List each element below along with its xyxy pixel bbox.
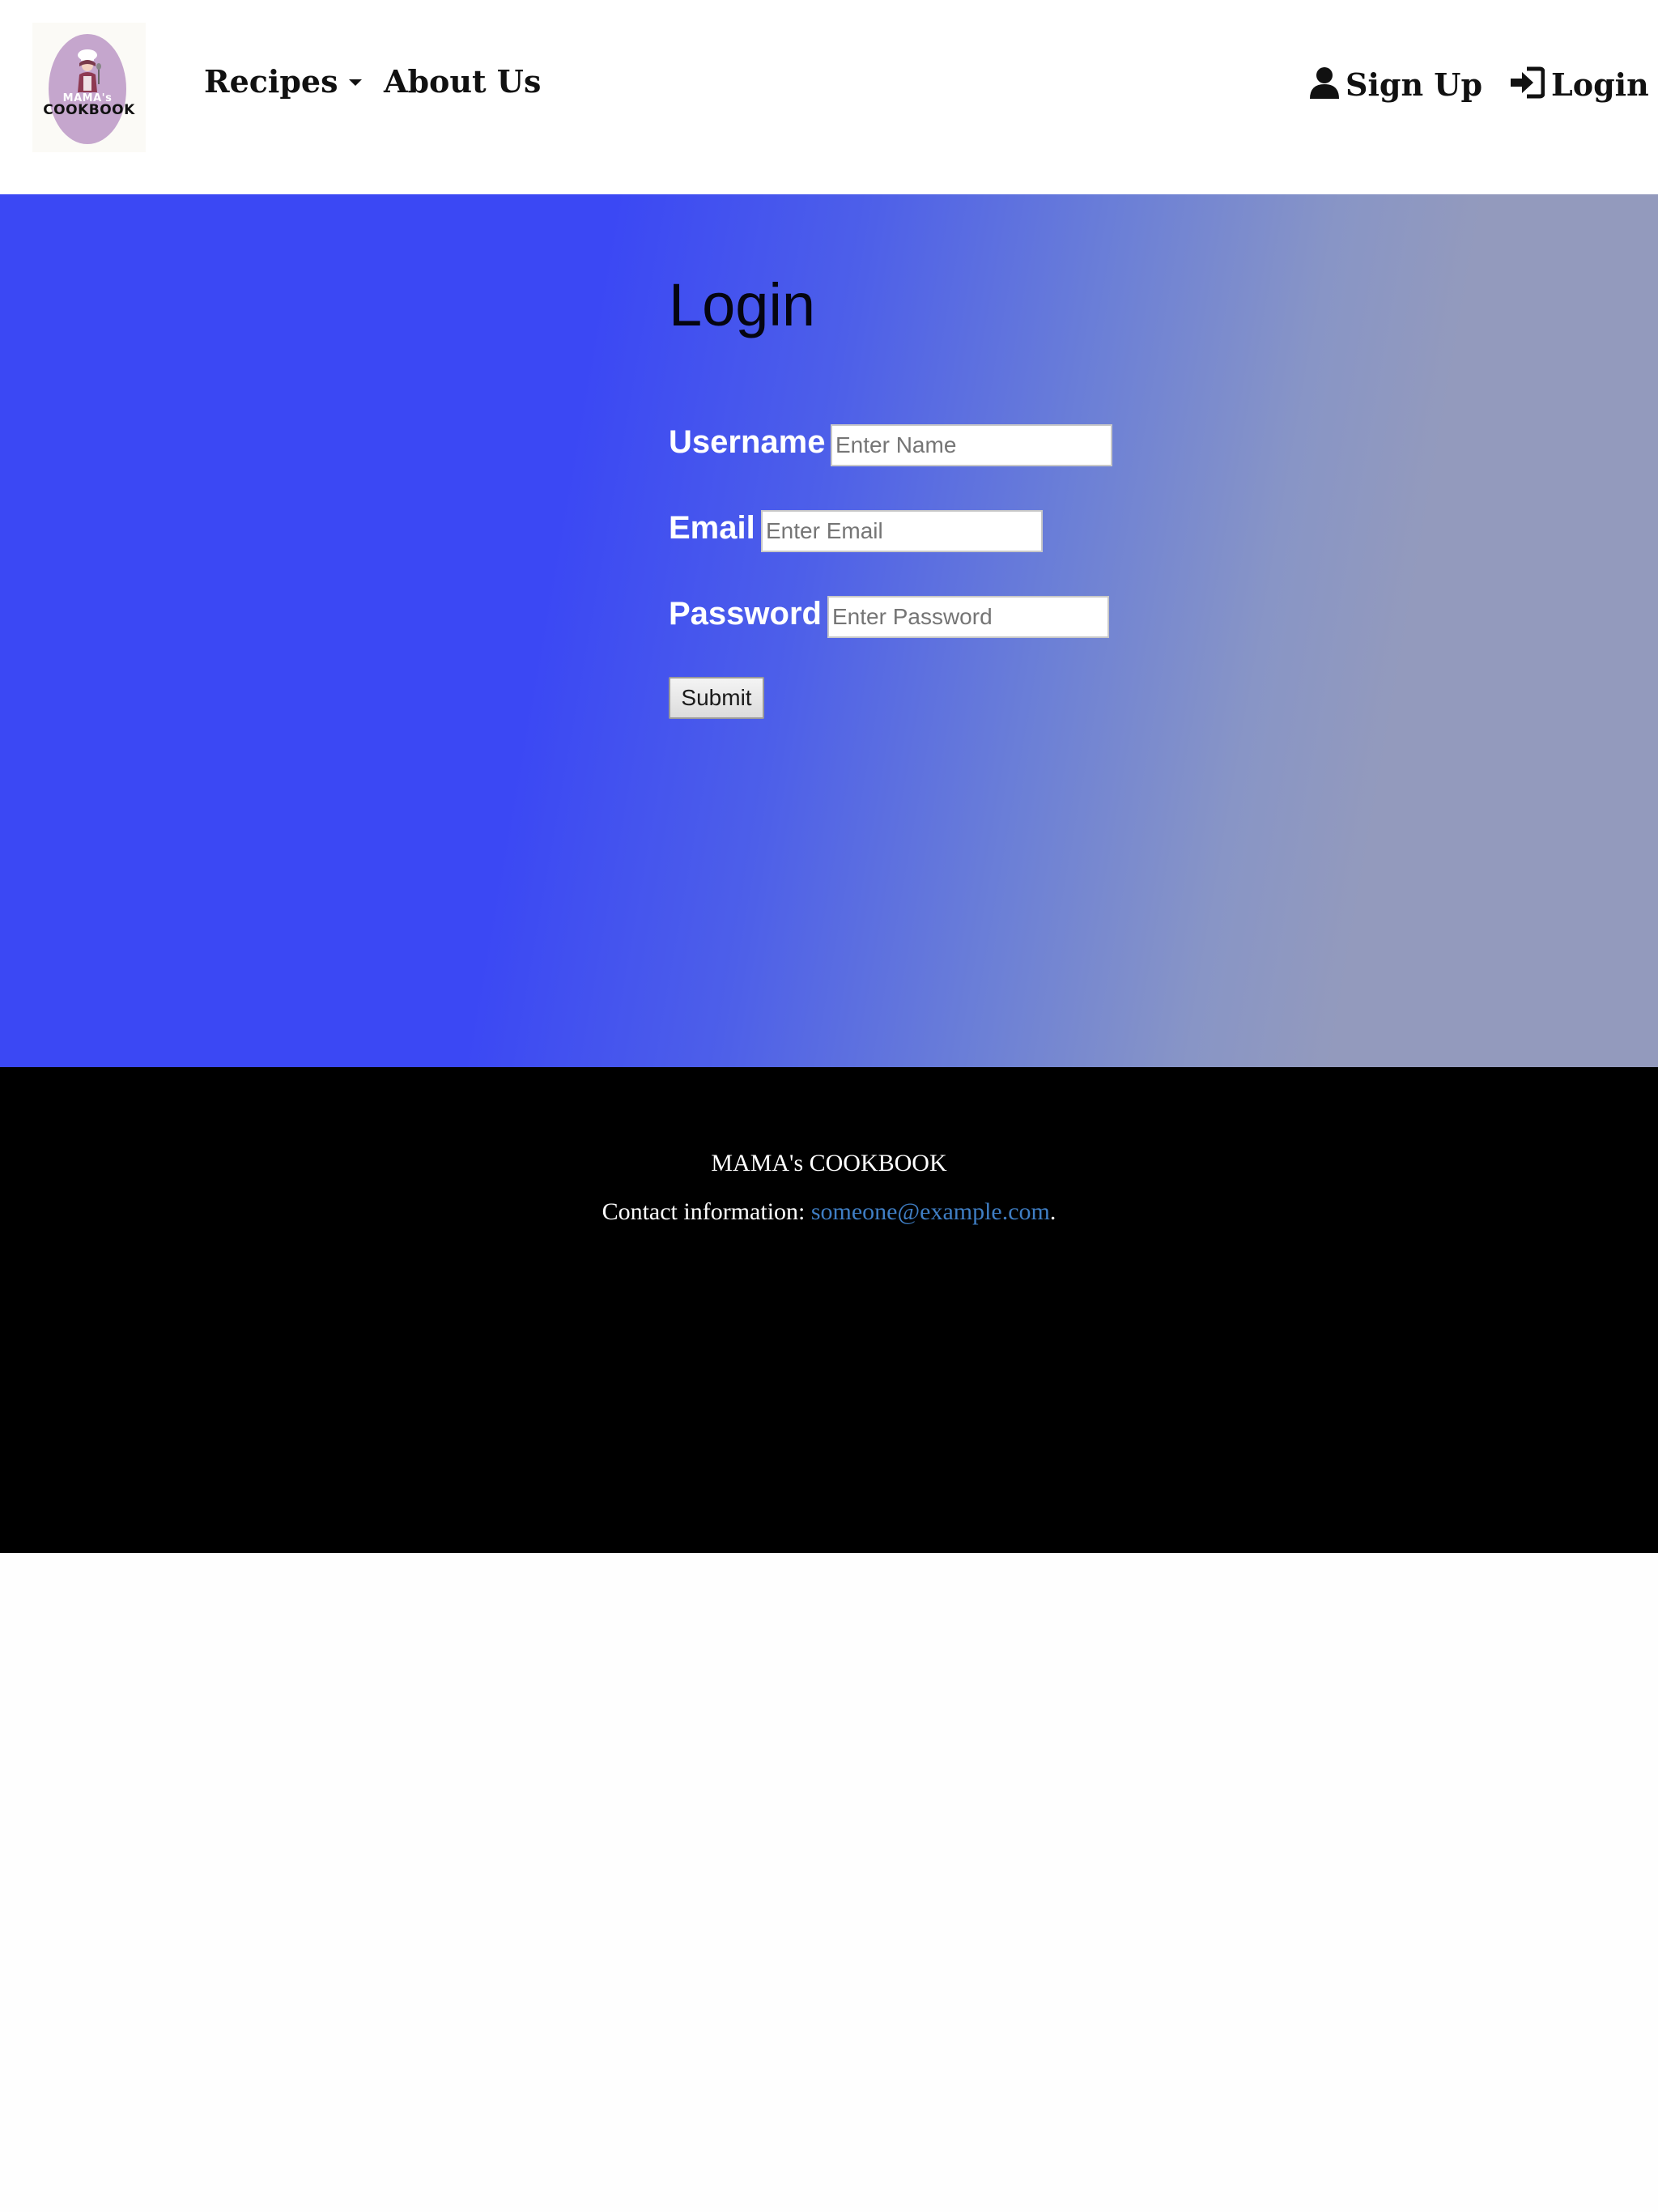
sign-in-icon xyxy=(1511,66,1545,99)
nav-sign-up-label: Sign Up xyxy=(1346,66,1483,103)
nav-recipes-label: Recipes xyxy=(204,63,338,100)
navbar: MAMA's COOKBOOK Recipes About Us Sign Up… xyxy=(0,0,1658,194)
contact-email-link[interactable]: someone@example.com xyxy=(811,1198,1050,1225)
chef-figure-icon xyxy=(78,49,101,92)
caret-down-icon xyxy=(349,79,363,86)
password-field[interactable] xyxy=(827,596,1109,638)
nav-recipes-dropdown[interactable]: Recipes xyxy=(204,63,363,100)
page-title: Login xyxy=(669,271,816,338)
logo-oval: MAMA's xyxy=(49,34,126,144)
email-label: Email xyxy=(669,510,755,546)
footer: MAMA's COOKBOOK Contact information: som… xyxy=(0,1067,1658,1553)
password-label: Password xyxy=(669,596,822,632)
nav-sign-up[interactable]: Sign Up xyxy=(1310,66,1482,100)
site-logo[interactable]: MAMA's COOKBOOK xyxy=(32,23,146,152)
username-label: Username xyxy=(669,424,826,460)
footer-contact-suffix: . xyxy=(1049,1198,1056,1225)
footer-brand: MAMA's COOKBOOK xyxy=(711,1150,947,1176)
logo-bottom-text: COOKBOOK xyxy=(43,102,135,118)
login-section: Login Username Email Password Submit xyxy=(0,194,1658,1067)
user-icon xyxy=(1310,67,1339,99)
nav-login[interactable]: Login xyxy=(1509,66,1649,100)
footer-contact: Contact information: someone@example.com… xyxy=(0,1198,1658,1226)
submit-button[interactable]: Submit xyxy=(669,677,764,719)
nav-login-label: Login xyxy=(1551,66,1649,103)
email-field[interactable] xyxy=(761,510,1043,552)
username-field[interactable] xyxy=(831,424,1112,466)
nav-about-us[interactable]: About Us xyxy=(384,66,541,97)
footer-contact-prefix: Contact information: xyxy=(602,1198,811,1225)
